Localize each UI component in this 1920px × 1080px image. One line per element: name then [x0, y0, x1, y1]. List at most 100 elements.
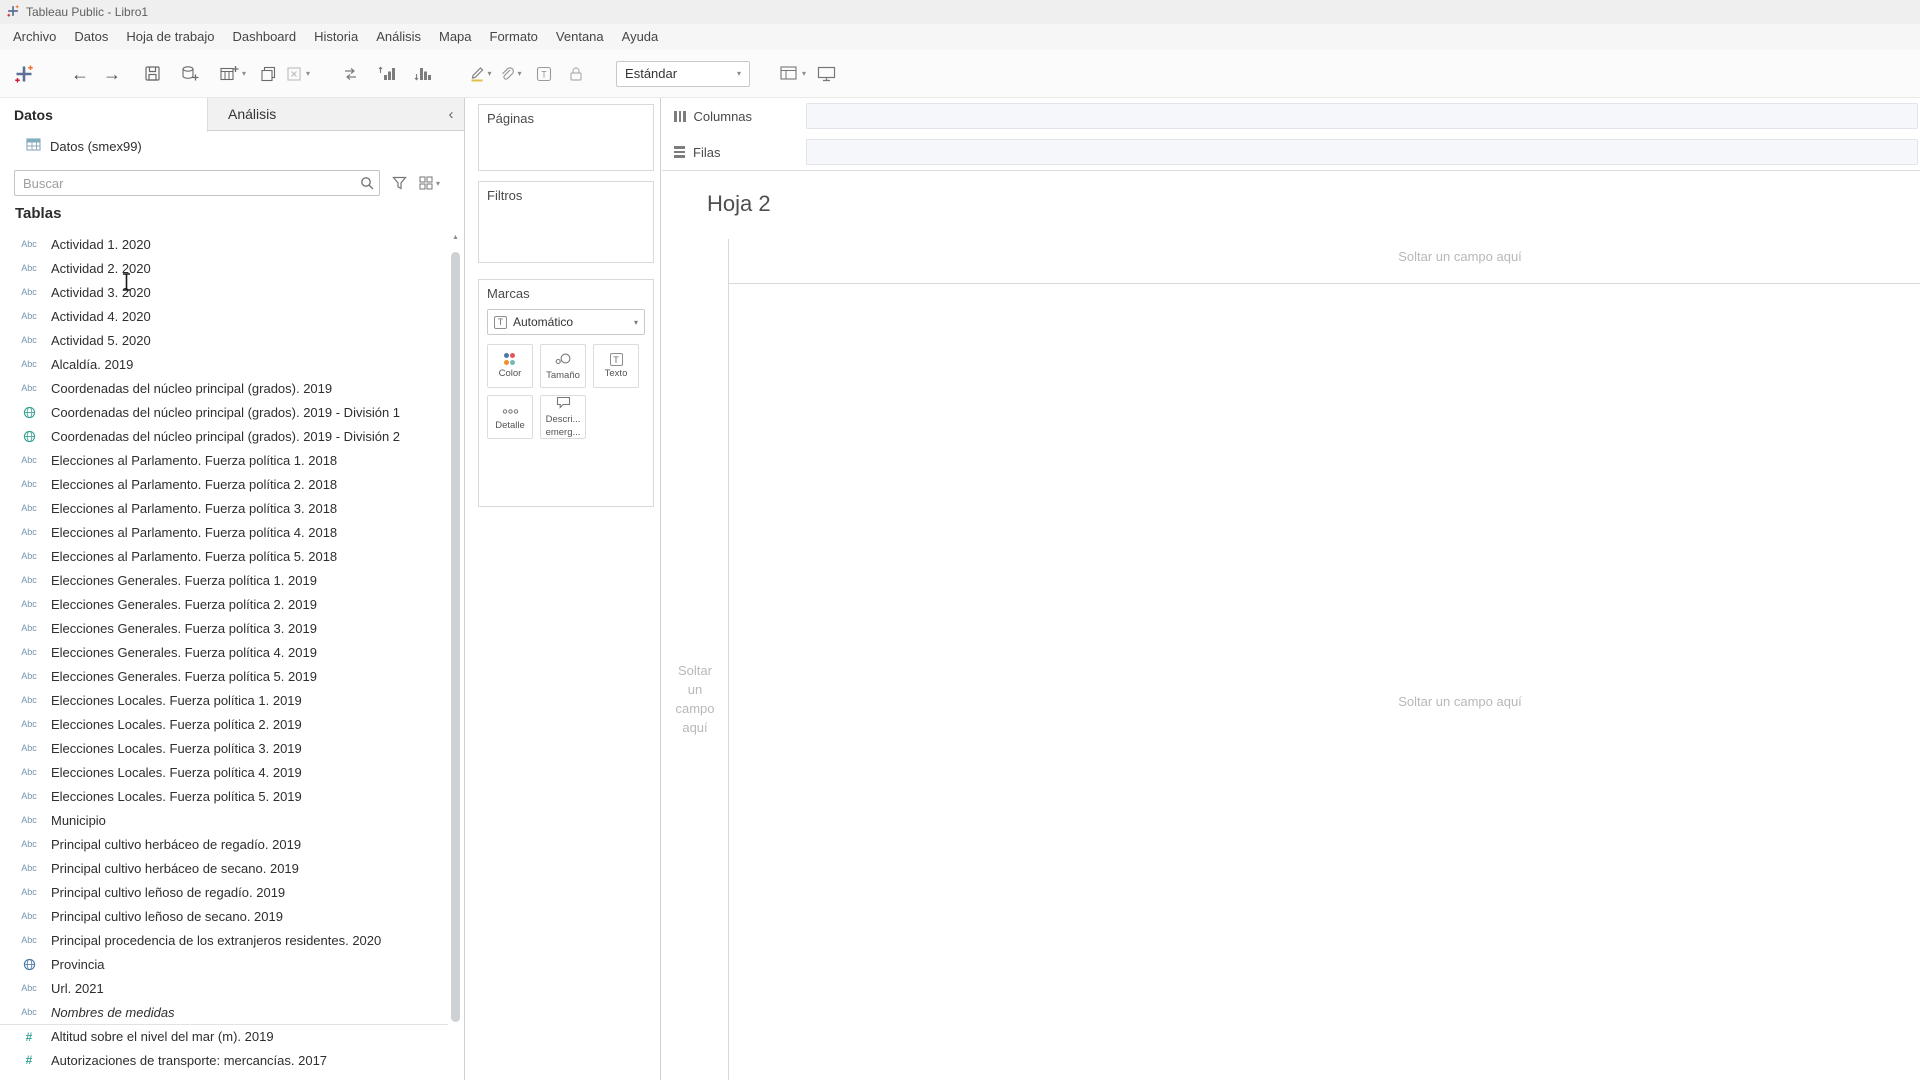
new-data-source-icon[interactable] — [178, 58, 202, 90]
field-row[interactable]: #Autorizaciones de transporte: mercancía… — [0, 1048, 448, 1072]
field-row[interactable]: AbcElecciones Generales. Fuerza política… — [0, 616, 448, 640]
field-row[interactable]: AbcElecciones Generales. Fuerza política… — [0, 664, 448, 688]
marks-button-tamano[interactable]: Tamaño — [540, 344, 586, 388]
text-field-icon: Abc — [16, 743, 42, 753]
fit-selector[interactable]: Estándar ▾ — [616, 61, 750, 87]
mark-type-dropdown[interactable]: T Automático ▾ — [487, 309, 645, 335]
field-row[interactable]: AbcElecciones Generales. Fuerza política… — [0, 592, 448, 616]
field-label: Coordenadas del núcleo principal (grados… — [51, 429, 400, 444]
tableau-logo-icon — [6, 4, 20, 21]
field-row[interactable]: AbcPrincipal cultivo leñoso de regadío. … — [0, 880, 448, 904]
field-row[interactable]: AbcElecciones al Parlamento. Fuerza polí… — [0, 472, 448, 496]
drop-zone-canvas[interactable]: Soltar un campo aquí — [1310, 694, 1610, 709]
tooltip-icon — [556, 396, 571, 412]
field-row[interactable]: AbcPrincipal cultivo herbáceo de secano.… — [0, 856, 448, 880]
sheet-title[interactable]: Hoja 2 — [707, 191, 771, 217]
menu-item-analisis[interactable]: Análisis — [367, 24, 430, 50]
field-row[interactable]: AbcElecciones Locales. Fuerza política 1… — [0, 688, 448, 712]
filter-fields-icon[interactable] — [392, 176, 407, 190]
menu-item-formato[interactable]: Formato — [481, 24, 547, 50]
menu-item-mapa[interactable]: Mapa — [430, 24, 481, 50]
field-label: Elecciones Locales. Fuerza política 1. 2… — [51, 693, 302, 708]
field-row[interactable]: #Altitud sobre el nivel del mar (m). 201… — [0, 1024, 448, 1048]
field-row[interactable]: AbcElecciones Generales. Fuerza política… — [0, 640, 448, 664]
clear-sheet-icon[interactable]: ▾ — [286, 58, 310, 90]
field-row[interactable]: AbcAlcaldía. 2019 — [0, 352, 448, 376]
view-options-icon[interactable]: ▾ — [419, 176, 440, 190]
menu-item-archivo[interactable]: Archivo — [4, 24, 65, 50]
field-row[interactable]: Provincia — [0, 952, 448, 976]
field-row[interactable]: AbcPrincipal cultivo leñoso de secano. 2… — [0, 904, 448, 928]
save-icon[interactable] — [140, 58, 164, 90]
menu-item-dashboard[interactable]: Dashboard — [224, 24, 306, 50]
filters-card[interactable]: Filtros — [478, 181, 654, 263]
field-row[interactable]: AbcActividad 1. 2020 — [0, 232, 448, 256]
marks-button-detalle[interactable]: Detalle — [487, 395, 533, 439]
field-row[interactable]: AbcElecciones Generales. Fuerza política… — [0, 568, 448, 592]
data-source-item[interactable]: Datos (smex99) — [0, 131, 464, 161]
field-row[interactable]: AbcActividad 4. 2020 — [0, 304, 448, 328]
field-row[interactable]: AbcCoordenadas del núcleo principal (gra… — [0, 376, 448, 400]
sort-descending-icon[interactable] — [410, 58, 434, 90]
menu-item-ayuda[interactable]: Ayuda — [613, 24, 668, 50]
swap-axes-icon[interactable] — [338, 58, 362, 90]
show-mark-labels-icon[interactable]: T — [532, 58, 556, 90]
sort-ascending-icon[interactable] — [374, 58, 398, 90]
tab-analisis[interactable]: Análisis — [208, 98, 438, 130]
columns-shelf-row: Columnas — [662, 98, 1920, 134]
field-row[interactable]: AbcElecciones al Parlamento. Fuerza polí… — [0, 448, 448, 472]
marks-button-texto[interactable]: TTexto — [593, 344, 639, 388]
field-row[interactable]: AbcElecciones Locales. Fuerza política 5… — [0, 784, 448, 808]
field-row[interactable]: AbcElecciones al Parlamento. Fuerza polí… — [0, 544, 448, 568]
field-row[interactable]: Coordenadas del núcleo principal (grados… — [0, 400, 448, 424]
drop-zone-columns-header[interactable]: Soltar un campo aquí — [1310, 249, 1610, 264]
group-members-icon[interactable]: ▾ — [498, 58, 522, 90]
field-row[interactable]: AbcPrincipal procedencia de los extranje… — [0, 928, 448, 952]
dropdown-caret-icon: ▾ — [306, 69, 310, 78]
drop-zone-rows-header[interactable]: Soltar un campo aquí — [662, 661, 728, 737]
scroll-up-icon[interactable]: ▲ — [450, 234, 461, 241]
text-field-icon: Abc — [16, 719, 42, 729]
field-row[interactable]: AbcElecciones Locales. Fuerza política 2… — [0, 712, 448, 736]
field-row[interactable]: AbcElecciones al Parlamento. Fuerza polí… — [0, 496, 448, 520]
presentation-mode-icon[interactable] — [814, 58, 838, 90]
field-row[interactable]: AbcElecciones Locales. Fuerza política 3… — [0, 736, 448, 760]
field-row[interactable]: AbcActividad 5. 2020 — [0, 328, 448, 352]
text-field-icon: Abc — [16, 359, 42, 369]
main-area: Columnas Filas Hoja 2 Soltar un campo aq… — [662, 98, 1920, 1080]
fix-axes-icon[interactable] — [564, 58, 588, 90]
tableau-logo-button[interactable] — [12, 58, 36, 90]
collapse-pane-icon[interactable]: ‹ — [438, 98, 464, 130]
field-label: Nombres de medidas — [51, 1005, 175, 1020]
field-row[interactable]: AbcActividad 2. 2020 — [0, 256, 448, 280]
menu-item-datos[interactable]: Datos — [65, 24, 117, 50]
field-row[interactable]: AbcActividad 3. 2020 — [0, 280, 448, 304]
field-row[interactable]: AbcPrincipal cultivo herbáceo de regadío… — [0, 832, 448, 856]
show-hide-cards-icon[interactable]: ▾ — [780, 58, 806, 90]
field-row[interactable]: AbcMunicipio — [0, 808, 448, 832]
new-worksheet-icon[interactable]: ▾ — [220, 58, 246, 90]
field-row[interactable]: AbcElecciones Locales. Fuerza política 4… — [0, 760, 448, 784]
menu-item-hoja-de-trabajo[interactable]: Hoja de trabajo — [117, 24, 223, 50]
field-row[interactable]: Coordenadas del núcleo principal (grados… — [0, 424, 448, 448]
scrollbar-thumb[interactable] — [451, 252, 460, 1022]
rows-shelf-drop-area[interactable] — [806, 139, 1918, 165]
field-row[interactable]: AbcNombres de medidas — [0, 1000, 448, 1024]
search-input[interactable] — [14, 170, 380, 196]
tab-datos[interactable]: Datos — [0, 98, 208, 132]
menu-item-historia[interactable]: Historia — [305, 24, 367, 50]
field-row[interactable]: AbcElecciones al Parlamento. Fuerza polí… — [0, 520, 448, 544]
field-label: Principal cultivo herbáceo de secano. 20… — [51, 861, 299, 876]
redo-icon[interactable]: → — [100, 58, 124, 90]
duplicate-icon[interactable] — [256, 58, 280, 90]
pages-card[interactable]: Páginas — [478, 104, 654, 171]
menu-item-ventana[interactable]: Ventana — [547, 24, 613, 50]
marks-button-color[interactable]: Color — [487, 344, 533, 388]
highlight-icon[interactable]: ▾ — [468, 58, 492, 90]
field-row[interactable]: AbcUrl. 2021 — [0, 976, 448, 1000]
columns-shelf-drop-area[interactable] — [806, 103, 1918, 129]
search-icon[interactable] — [360, 176, 374, 195]
undo-icon[interactable]: ← — [68, 58, 92, 90]
marks-button-descri[interactable]: Descri...emerg... — [540, 395, 586, 439]
scrollbar[interactable]: ▲ — [450, 232, 461, 1080]
